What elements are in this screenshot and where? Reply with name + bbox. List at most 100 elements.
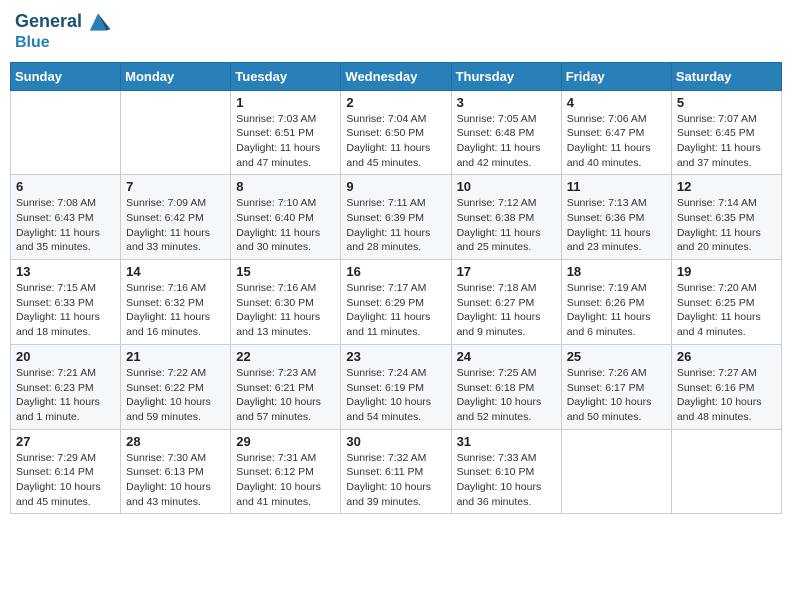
calendar-cell: 26 Sunrise: 7:27 AM Sunset: 6:16 PM Dayli…	[671, 344, 781, 429]
day-info: Sunrise: 7:05 AM Sunset: 6:48 PM Dayligh…	[457, 112, 556, 171]
calendar-cell	[671, 429, 781, 514]
calendar-cell: 30 Sunrise: 7:32 AM Sunset: 6:11 PM Dayli…	[341, 429, 451, 514]
day-number: 22	[236, 349, 335, 364]
calendar-cell: 3 Sunrise: 7:05 AM Sunset: 6:48 PM Daylig…	[451, 90, 561, 175]
day-info: Sunrise: 7:23 AM Sunset: 6:21 PM Dayligh…	[236, 366, 335, 425]
day-info: Sunrise: 7:27 AM Sunset: 6:16 PM Dayligh…	[677, 366, 776, 425]
page-header: General Blue	[10, 10, 782, 52]
day-number: 10	[457, 179, 556, 194]
day-info: Sunrise: 7:30 AM Sunset: 6:13 PM Dayligh…	[126, 451, 225, 510]
day-number: 23	[346, 349, 445, 364]
day-info: Sunrise: 7:13 AM Sunset: 6:36 PM Dayligh…	[567, 196, 666, 255]
calendar-week-row: 20 Sunrise: 7:21 AM Sunset: 6:23 PM Dayli…	[11, 344, 782, 429]
day-number: 31	[457, 434, 556, 449]
day-number: 17	[457, 264, 556, 279]
day-number: 13	[16, 264, 115, 279]
day-number: 26	[677, 349, 776, 364]
calendar-week-row: 1 Sunrise: 7:03 AM Sunset: 6:51 PM Daylig…	[11, 90, 782, 175]
calendar-cell: 25Sunrise: 7:26 AM Sunset: 6:17 PM Dayli…	[561, 344, 671, 429]
day-number: 28	[126, 434, 225, 449]
day-number: 27	[16, 434, 115, 449]
calendar-weekday-friday: Friday	[561, 62, 671, 90]
calendar-cell: 9 Sunrise: 7:11 AM Sunset: 6:39 PM Daylig…	[341, 175, 451, 260]
calendar-cell: 13 Sunrise: 7:15 AM Sunset: 6:33 PM Dayli…	[11, 260, 121, 345]
calendar-weekday-thursday: Thursday	[451, 62, 561, 90]
calendar-week-row: 13 Sunrise: 7:15 AM Sunset: 6:33 PM Dayli…	[11, 260, 782, 345]
calendar-cell: 8 Sunrise: 7:10 AM Sunset: 6:40 PM Daylig…	[231, 175, 341, 260]
calendar-cell: 21 Sunrise: 7:22 AM Sunset: 6:22 PM Dayli…	[121, 344, 231, 429]
day-number: 15	[236, 264, 335, 279]
calendar-cell: 19 Sunrise: 7:20 AM Sunset: 6:25 PM Dayli…	[671, 260, 781, 345]
day-info: Sunrise: 7:19 AM Sunset: 6:26 PM Dayligh…	[567, 281, 666, 340]
day-info: Sunrise: 7:32 AM Sunset: 6:11 PM Dayligh…	[346, 451, 445, 510]
calendar-cell: 11 Sunrise: 7:13 AM Sunset: 6:36 PM Dayli…	[561, 175, 671, 260]
calendar-cell: 10Sunrise: 7:12 AM Sunset: 6:38 PM Dayli…	[451, 175, 561, 260]
day-number: 5	[677, 95, 776, 110]
day-number: 8	[236, 179, 335, 194]
calendar-cell: 23 Sunrise: 7:24 AM Sunset: 6:19 PM Dayli…	[341, 344, 451, 429]
day-number: 1	[236, 95, 335, 110]
calendar-cell: 12Sunrise: 7:14 AM Sunset: 6:35 PM Dayli…	[671, 175, 781, 260]
calendar-cell: 31Sunrise: 7:33 AM Sunset: 6:10 PM Dayli…	[451, 429, 561, 514]
logo: General Blue	[15, 10, 112, 52]
calendar-cell: 17 Sunrise: 7:18 AM Sunset: 6:27 PM Dayli…	[451, 260, 561, 345]
day-number: 30	[346, 434, 445, 449]
calendar-week-row: 27 Sunrise: 7:29 AM Sunset: 6:14 PM Dayli…	[11, 429, 782, 514]
calendar-cell: 7 Sunrise: 7:09 AM Sunset: 6:42 PM Daylig…	[121, 175, 231, 260]
logo-text: General Blue	[15, 10, 112, 52]
calendar-cell: 15Sunrise: 7:16 AM Sunset: 6:30 PM Dayli…	[231, 260, 341, 345]
day-number: 11	[567, 179, 666, 194]
day-info: Sunrise: 7:31 AM Sunset: 6:12 PM Dayligh…	[236, 451, 335, 510]
day-number: 9	[346, 179, 445, 194]
calendar-cell: 22 Sunrise: 7:23 AM Sunset: 6:21 PM Dayli…	[231, 344, 341, 429]
calendar-weekday-sunday: Sunday	[11, 62, 121, 90]
calendar-cell: 28 Sunrise: 7:30 AM Sunset: 6:13 PM Dayli…	[121, 429, 231, 514]
day-number: 12	[677, 179, 776, 194]
day-info: Sunrise: 7:18 AM Sunset: 6:27 PM Dayligh…	[457, 281, 556, 340]
calendar-cell: 18Sunrise: 7:19 AM Sunset: 6:26 PM Dayli…	[561, 260, 671, 345]
day-info: Sunrise: 7:11 AM Sunset: 6:39 PM Dayligh…	[346, 196, 445, 255]
day-number: 14	[126, 264, 225, 279]
calendar-cell: 20 Sunrise: 7:21 AM Sunset: 6:23 PM Dayli…	[11, 344, 121, 429]
day-number: 24	[457, 349, 556, 364]
calendar-weekday-tuesday: Tuesday	[231, 62, 341, 90]
day-info: Sunrise: 7:04 AM Sunset: 6:50 PM Dayligh…	[346, 112, 445, 171]
day-info: Sunrise: 7:24 AM Sunset: 6:19 PM Dayligh…	[346, 366, 445, 425]
day-number: 19	[677, 264, 776, 279]
day-info: Sunrise: 7:29 AM Sunset: 6:14 PM Dayligh…	[16, 451, 115, 510]
calendar-cell: 1 Sunrise: 7:03 AM Sunset: 6:51 PM Daylig…	[231, 90, 341, 175]
day-info: Sunrise: 7:09 AM Sunset: 6:42 PM Dayligh…	[126, 196, 225, 255]
calendar-cell: 16Sunrise: 7:17 AM Sunset: 6:29 PM Dayli…	[341, 260, 451, 345]
calendar-header-row: SundayMondayTuesdayWednesdayThursdayFrid…	[11, 62, 782, 90]
day-number: 2	[346, 95, 445, 110]
day-number: 29	[236, 434, 335, 449]
day-info: Sunrise: 7:10 AM Sunset: 6:40 PM Dayligh…	[236, 196, 335, 255]
calendar-cell: 4Sunrise: 7:06 AM Sunset: 6:47 PM Daylig…	[561, 90, 671, 175]
day-info: Sunrise: 7:22 AM Sunset: 6:22 PM Dayligh…	[126, 366, 225, 425]
day-info: Sunrise: 7:03 AM Sunset: 6:51 PM Dayligh…	[236, 112, 335, 171]
calendar-cell: 6Sunrise: 7:08 AM Sunset: 6:43 PM Daylig…	[11, 175, 121, 260]
calendar-cell	[561, 429, 671, 514]
calendar-table: SundayMondayTuesdayWednesdayThursdayFrid…	[10, 62, 782, 515]
calendar-cell	[121, 90, 231, 175]
calendar-weekday-wednesday: Wednesday	[341, 62, 451, 90]
calendar-cell: 14 Sunrise: 7:16 AM Sunset: 6:32 PM Dayli…	[121, 260, 231, 345]
day-info: Sunrise: 7:16 AM Sunset: 6:32 PM Dayligh…	[126, 281, 225, 340]
day-number: 7	[126, 179, 225, 194]
day-number: 3	[457, 95, 556, 110]
day-info: Sunrise: 7:15 AM Sunset: 6:33 PM Dayligh…	[16, 281, 115, 340]
calendar-cell: 29 Sunrise: 7:31 AM Sunset: 6:12 PM Dayli…	[231, 429, 341, 514]
day-info: Sunrise: 7:25 AM Sunset: 6:18 PM Dayligh…	[457, 366, 556, 425]
day-info: Sunrise: 7:21 AM Sunset: 6:23 PM Dayligh…	[16, 366, 115, 425]
calendar-cell: 2 Sunrise: 7:04 AM Sunset: 6:50 PM Daylig…	[341, 90, 451, 175]
day-info: Sunrise: 7:07 AM Sunset: 6:45 PM Dayligh…	[677, 112, 776, 171]
day-number: 21	[126, 349, 225, 364]
day-info: Sunrise: 7:08 AM Sunset: 6:43 PM Dayligh…	[16, 196, 115, 255]
day-info: Sunrise: 7:20 AM Sunset: 6:25 PM Dayligh…	[677, 281, 776, 340]
day-info: Sunrise: 7:06 AM Sunset: 6:47 PM Dayligh…	[567, 112, 666, 171]
day-number: 20	[16, 349, 115, 364]
calendar-weekday-saturday: Saturday	[671, 62, 781, 90]
logo-icon	[84, 10, 112, 34]
day-number: 16	[346, 264, 445, 279]
day-info: Sunrise: 7:26 AM Sunset: 6:17 PM Dayligh…	[567, 366, 666, 425]
